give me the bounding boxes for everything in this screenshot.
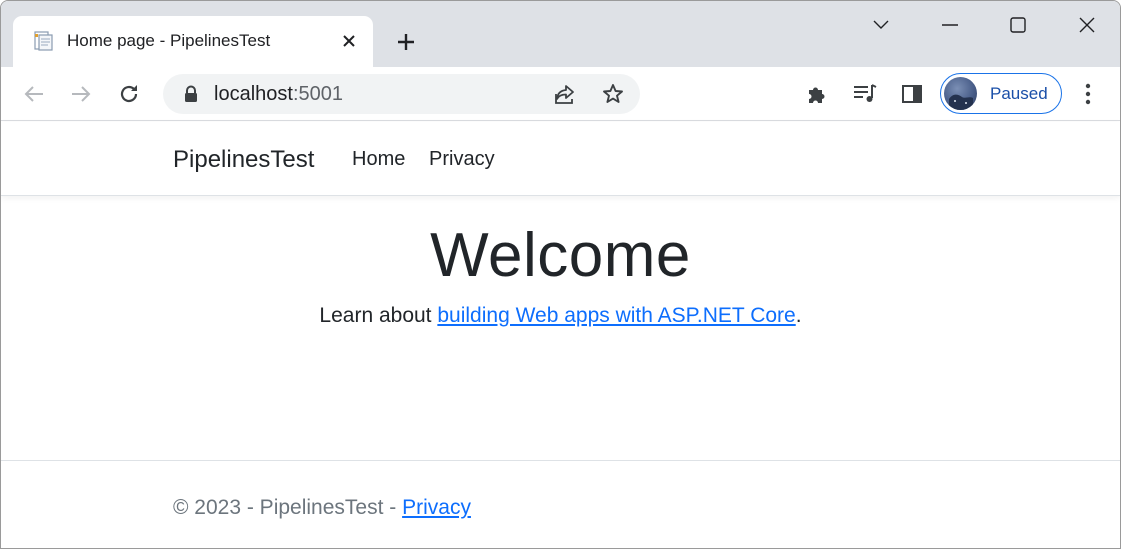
learn-suffix: .: [795, 304, 802, 327]
close-icon[interactable]: [337, 29, 361, 53]
profile-button[interactable]: Paused: [940, 73, 1062, 114]
star-icon[interactable]: [601, 82, 625, 106]
lock-icon[interactable]: [183, 85, 199, 103]
nav-link-privacy[interactable]: Privacy: [429, 148, 495, 171]
reload-icon[interactable]: [113, 78, 145, 110]
url-text: localhost:5001: [214, 83, 343, 106]
arrow-right-icon[interactable]: [65, 78, 97, 110]
nav-link-home[interactable]: Home: [352, 148, 405, 171]
tab-strip: Home page - PipelinesTest: [1, 1, 1120, 67]
footer-privacy-link[interactable]: Privacy: [402, 496, 471, 519]
url-host: localhost: [214, 83, 293, 105]
browser-window: Home page - PipelinesTest localhost:5001…: [0, 0, 1121, 549]
aspnet-docs-link[interactable]: building Web apps with ASP.NET Core: [437, 304, 795, 327]
avatar: [944, 77, 977, 110]
playlist-icon[interactable]: [852, 81, 878, 107]
web-page: PipelinesTest Home Privacy Welcome Learn…: [1, 122, 1120, 548]
site-footer: © 2023 - PipelinesTest - Privacy: [1, 460, 1120, 548]
page-title: Welcome: [430, 221, 691, 290]
footer-text: © 2023 - PipelinesTest - Privacy: [173, 496, 471, 520]
chevron-down-icon[interactable]: [858, 9, 904, 41]
browser-tab[interactable]: Home page - PipelinesTest: [13, 16, 373, 67]
site-navbar: PipelinesTest Home Privacy: [1, 122, 1120, 196]
share-icon[interactable]: [553, 82, 577, 106]
profile-status-label: Paused: [990, 84, 1048, 103]
site-brand[interactable]: PipelinesTest: [173, 146, 314, 174]
maximize-icon[interactable]: [995, 9, 1041, 41]
plus-icon[interactable]: [391, 27, 421, 57]
close-icon[interactable]: [1064, 9, 1110, 41]
side-panel-icon[interactable]: [899, 81, 925, 107]
address-bar[interactable]: localhost:5001: [163, 74, 640, 114]
tab-title: Home page - PipelinesTest: [67, 31, 271, 50]
browser-toolbar: localhost:5001 Paused: [1, 67, 1120, 121]
arrow-left-icon[interactable]: [18, 78, 50, 110]
learn-paragraph: Learn about building Web apps with ASP.N…: [1, 304, 1120, 328]
document-icon: [32, 30, 54, 52]
footer-copyright: © 2023 - PipelinesTest -: [173, 496, 403, 519]
url-port: :5001: [292, 83, 343, 105]
puzzle-icon[interactable]: [804, 81, 830, 107]
learn-prefix: Learn about: [319, 304, 438, 327]
minimize-icon[interactable]: [927, 9, 973, 41]
kebab-menu-icon[interactable]: [1075, 81, 1101, 107]
